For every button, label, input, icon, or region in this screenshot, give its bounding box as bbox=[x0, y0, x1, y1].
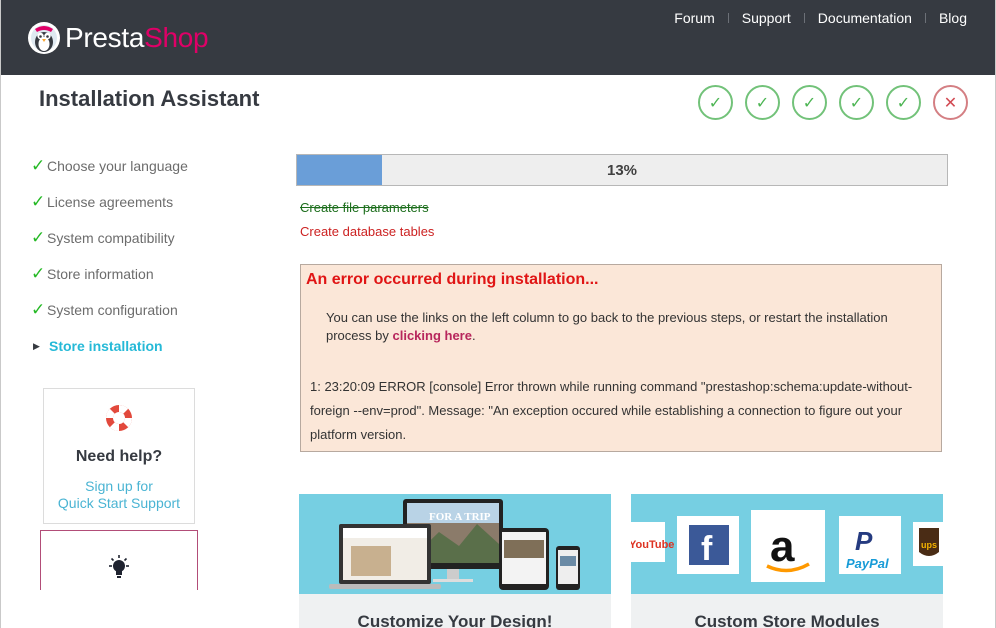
restart-installation-link[interactable]: clicking here bbox=[392, 328, 471, 343]
sidebar-item-choose-language[interactable]: ✓ Choose your language bbox=[31, 148, 188, 184]
paypal-logo-text: PayPal bbox=[846, 556, 889, 571]
check-icon: ✓ bbox=[31, 228, 46, 247]
card-footer: Customize Your Design! bbox=[299, 594, 611, 628]
check-icon: ✓ bbox=[31, 192, 46, 211]
prestashop-logo-icon bbox=[28, 22, 60, 54]
step-complete-icon: ✓ bbox=[792, 85, 827, 120]
help-box: Need help? Sign up for Quick Start Suppo… bbox=[43, 388, 195, 524]
nav-divider bbox=[803, 13, 805, 23]
customize-design-card[interactable]: FOR A TRIP Customize Your Design! bbox=[299, 494, 611, 628]
prestashop-wordmark[interactable]: PrestaShop bbox=[65, 22, 209, 54]
step-complete-icon: ✓ bbox=[745, 85, 780, 120]
help-link-line-1: Sign up for bbox=[85, 478, 153, 494]
sidebar-item-store-installation[interactable]: ▶ Store installation bbox=[31, 328, 188, 364]
error-log: 1: 23:20:09 ERROR [console] Error thrown… bbox=[310, 379, 913, 442]
facebook-logo-text: f bbox=[701, 530, 713, 568]
nav-support-link[interactable]: Support bbox=[742, 10, 791, 26]
check-icon: ✓ bbox=[31, 156, 46, 175]
custom-store-modules-card[interactable]: YouTube f a P PayPal ups Custom Store Mo… bbox=[631, 494, 943, 628]
error-message-end: . bbox=[471, 328, 476, 343]
nav-documentation-link[interactable]: Documentation bbox=[818, 10, 912, 26]
svg-text:P: P bbox=[855, 526, 873, 556]
error-title: An error occurred during installation... bbox=[306, 271, 599, 288]
brands-illustration: YouTube f a P PayPal ups bbox=[631, 494, 943, 594]
check-icon: ✓ bbox=[31, 264, 46, 283]
tip-box bbox=[40, 530, 198, 590]
ups-logo-text: ups bbox=[921, 540, 937, 550]
devices-illustration: FOR A TRIP bbox=[299, 494, 611, 594]
task-failed: Create database tables bbox=[300, 224, 435, 239]
sidebar-item-label: Store information bbox=[47, 266, 154, 282]
help-title: Need help? bbox=[75, 448, 163, 465]
lightbulb-icon bbox=[109, 555, 129, 578]
steps-sidebar: ✓ Choose your language ✓ License agreeme… bbox=[31, 148, 188, 364]
logo-prefix: Presta bbox=[65, 22, 145, 53]
installer-window: PrestaShop Forum Support Documentation B… bbox=[0, 0, 996, 628]
quick-start-support-link[interactable]: Sign up for Quick Start Support bbox=[44, 478, 194, 512]
step-error-icon: ✕ bbox=[933, 85, 968, 120]
progress-label: 13% bbox=[606, 162, 638, 179]
task-completed: Create file parameters bbox=[300, 200, 429, 215]
current-step-arrow-icon: ▶ bbox=[33, 340, 40, 351]
nav-forum-link[interactable]: Forum bbox=[674, 10, 714, 26]
youtube-logo-text: YouTube bbox=[631, 539, 674, 551]
help-link-line-2: Quick Start Support bbox=[57, 495, 181, 511]
brand-logos-icon: YouTube f a P PayPal ups bbox=[631, 510, 943, 582]
sidebar-item-license-agreements[interactable]: ✓ License agreements bbox=[31, 184, 188, 220]
devices-image-icon: FOR A TRIP bbox=[329, 499, 580, 590]
installation-progress-bar: 13% bbox=[296, 154, 948, 186]
custom-store-modules-title: Custom Store Modules bbox=[694, 612, 880, 628]
sidebar-item-label: License agreements bbox=[47, 194, 174, 210]
top-header: PrestaShop Forum Support Documentation B… bbox=[1, 0, 995, 75]
step-complete-icon: ✓ bbox=[886, 85, 921, 120]
card-banner-text: FOR A TRIP bbox=[429, 511, 491, 523]
sidebar-item-label: System configuration bbox=[47, 302, 178, 318]
check-icon: ✓ bbox=[31, 300, 46, 319]
step-complete-icon: ✓ bbox=[839, 85, 874, 120]
nav-blog-link[interactable]: Blog bbox=[939, 10, 967, 26]
sidebar-item-store-information[interactable]: ✓ Store information bbox=[31, 256, 188, 292]
step-indicators: ✓ ✓ ✓ ✓ ✓ ✕ bbox=[698, 85, 968, 120]
nav-divider bbox=[924, 13, 926, 23]
sidebar-item-label: Choose your language bbox=[47, 158, 188, 174]
lifebuoy-icon bbox=[105, 405, 133, 431]
amazon-logo-text: a bbox=[770, 522, 795, 571]
sidebar-item-system-configuration[interactable]: ✓ System configuration bbox=[31, 292, 188, 328]
top-nav: Forum Support Documentation Blog bbox=[674, 10, 967, 26]
customize-design-title: Customize Your Design! bbox=[357, 612, 553, 628]
nav-divider bbox=[727, 13, 729, 23]
logo-suffix: Shop bbox=[144, 22, 209, 53]
error-message: You can use the links on the left column… bbox=[326, 309, 926, 345]
sidebar-item-label: System compatibility bbox=[47, 230, 175, 246]
card-footer: Custom Store Modules bbox=[631, 594, 943, 628]
error-panel: An error occurred during installation...… bbox=[300, 264, 942, 452]
sidebar-item-system-compatibility[interactable]: ✓ System compatibility bbox=[31, 220, 188, 256]
sidebar-item-label: Store installation bbox=[49, 338, 163, 354]
step-complete-icon: ✓ bbox=[698, 85, 733, 120]
page-title: Installation Assistant bbox=[39, 86, 260, 111]
